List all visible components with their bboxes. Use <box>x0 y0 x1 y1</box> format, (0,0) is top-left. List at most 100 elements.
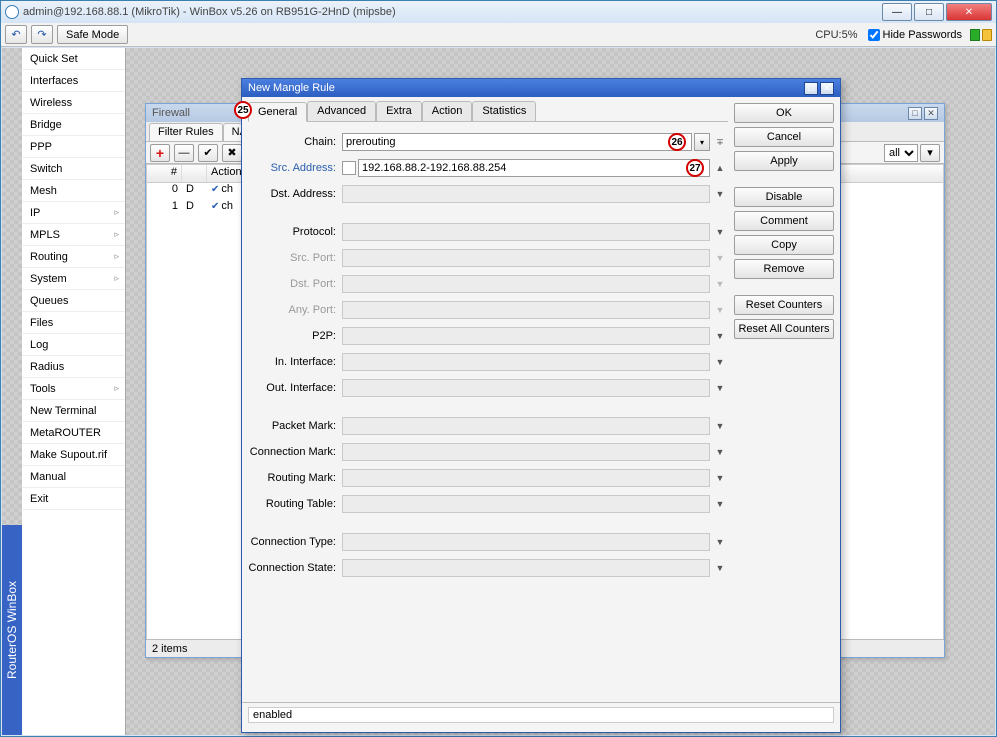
connection-state-input[interactable] <box>342 559 710 577</box>
menu-item-radius[interactable]: Radius <box>22 356 125 378</box>
menu-item-wireless[interactable]: Wireless <box>22 92 125 114</box>
chain-dropdown-icon[interactable]: ∓ <box>712 133 728 151</box>
menu-item-ip[interactable]: IP▹ <box>22 202 125 224</box>
redo-button[interactable]: ↷ <box>31 25 53 44</box>
protocol-expand-icon[interactable]: ▼ <box>712 223 728 241</box>
src-address-input[interactable] <box>358 159 710 177</box>
packet-mark-input[interactable] <box>342 417 710 435</box>
maximize-button[interactable]: □ <box>914 3 944 21</box>
menu-item-make-supout-rif[interactable]: Make Supout.rif <box>22 444 125 466</box>
src-address-collapse-icon[interactable]: ▲ <box>712 159 728 177</box>
in-interface-input[interactable] <box>342 353 710 371</box>
connection-state-expand-icon[interactable]: ▼ <box>712 559 728 577</box>
menu-item-exit[interactable]: Exit <box>22 488 125 510</box>
connection-type-input[interactable] <box>342 533 710 551</box>
tab-action[interactable]: Action <box>422 101 473 121</box>
reset-all-counters-button[interactable]: Reset All Counters <box>734 319 834 339</box>
dst-address-expand-icon[interactable]: ▼ <box>712 185 728 203</box>
disable-button[interactable]: ✖ <box>222 144 242 162</box>
out-interface-expand-icon[interactable]: ▼ <box>712 379 728 397</box>
connection-mark-label: Connection Mark: <box>248 446 342 458</box>
safe-mode-button[interactable]: Safe Mode <box>57 25 128 44</box>
status-icons <box>970 29 992 41</box>
routing-table-expand-icon[interactable]: ▼ <box>712 495 728 513</box>
mangle-status-bar: enabled <box>242 702 840 728</box>
menu-item-system[interactable]: System▹ <box>22 268 125 290</box>
cancel-button[interactable]: Cancel <box>734 127 834 147</box>
out-interface-input[interactable] <box>342 379 710 397</box>
firewall-min-button[interactable]: □ <box>908 107 922 120</box>
p2p-expand-icon[interactable]: ▼ <box>712 327 728 345</box>
ok-button[interactable]: OK <box>734 103 834 123</box>
menu-item-log[interactable]: Log <box>22 334 125 356</box>
copy-button[interactable]: Copy <box>734 235 834 255</box>
left-menu: Quick SetInterfacesWirelessBridgePPPSwit… <box>22 48 126 735</box>
routing-table-input[interactable] <box>342 495 710 513</box>
any-port-input <box>342 301 710 319</box>
mangle-dialog: 25 New Mangle Rule □ ✕ General Advanced … <box>241 78 841 733</box>
annotation-25: 25 <box>234 101 252 119</box>
filter-select[interactable]: all <box>884 144 918 162</box>
menu-item-files[interactable]: Files <box>22 312 125 334</box>
mangle-min-button[interactable]: □ <box>804 82 818 95</box>
undo-button[interactable]: ↶ <box>5 25 27 44</box>
filter-dropdown-button[interactable]: ▾ <box>920 144 940 162</box>
p2p-input[interactable] <box>342 327 710 345</box>
comment-button[interactable]: Comment <box>734 211 834 231</box>
menu-item-queues[interactable]: Queues <box>22 290 125 312</box>
packet-mark-label: Packet Mark: <box>248 420 342 432</box>
hide-passwords-check[interactable]: Hide Passwords <box>868 29 962 41</box>
menu-item-switch[interactable]: Switch <box>22 158 125 180</box>
routing-mark-expand-icon[interactable]: ▼ <box>712 469 728 487</box>
remove-button[interactable]: Remove <box>734 259 834 279</box>
menu-item-mesh[interactable]: Mesh <box>22 180 125 202</box>
connection-status-icon <box>970 29 980 41</box>
menu-item-metarouter[interactable]: MetaROUTER <box>22 422 125 444</box>
firewall-close-button[interactable]: ✕ <box>924 107 938 120</box>
mangle-titlebar[interactable]: New Mangle Rule □ ✕ <box>242 79 840 97</box>
tab-filter-rules[interactable]: Filter Rules <box>149 123 223 141</box>
menu-item-mpls[interactable]: MPLS▹ <box>22 224 125 246</box>
in-interface-expand-icon[interactable]: ▼ <box>712 353 728 371</box>
remove-button[interactable]: — <box>174 144 194 162</box>
disable-button[interactable]: Disable <box>734 187 834 207</box>
routing-mark-input[interactable] <box>342 469 710 487</box>
tab-extra[interactable]: Extra <box>376 101 422 121</box>
protocol-input[interactable] <box>342 223 710 241</box>
connection-state-label: Connection State: <box>248 562 342 574</box>
tab-general[interactable]: General <box>248 102 307 122</box>
dst-address-input[interactable] <box>342 185 710 203</box>
menu-item-tools[interactable]: Tools▹ <box>22 378 125 400</box>
src-address-label[interactable]: Src. Address: <box>248 162 342 174</box>
tab-statistics[interactable]: Statistics <box>472 101 536 121</box>
mangle-form: Chain: 26 ▾ ∓ Src. Address: <box>248 126 728 580</box>
hide-passwords-checkbox[interactable] <box>868 29 880 41</box>
in-interface-label: In. Interface: <box>248 356 342 368</box>
menu-item-interfaces[interactable]: Interfaces <box>22 70 125 92</box>
chain-dropdown-button[interactable]: ▾ <box>694 133 710 151</box>
connection-mark-expand-icon[interactable]: ▼ <box>712 443 728 461</box>
add-button[interactable]: + <box>150 144 170 162</box>
chain-label: Chain: <box>248 136 342 148</box>
apply-button[interactable]: Apply <box>734 151 834 171</box>
annotation-26: 26 <box>668 133 686 151</box>
menu-item-ppp[interactable]: PPP <box>22 136 125 158</box>
packet-mark-expand-icon[interactable]: ▼ <box>712 417 728 435</box>
enable-button[interactable]: ✔ <box>198 144 218 162</box>
connection-type-expand-icon[interactable]: ▼ <box>712 533 728 551</box>
tab-advanced[interactable]: Advanced <box>307 101 376 121</box>
protocol-label: Protocol: <box>248 226 342 238</box>
mangle-close-button[interactable]: ✕ <box>820 82 834 95</box>
dst-port-label: Dst. Port: <box>248 278 342 290</box>
close-button[interactable]: ✕ <box>946 3 992 21</box>
menu-item-quick-set[interactable]: Quick Set <box>22 48 125 70</box>
reset-counters-button[interactable]: Reset Counters <box>734 295 834 315</box>
chain-input[interactable] <box>342 133 692 151</box>
menu-item-manual[interactable]: Manual <box>22 466 125 488</box>
minimize-button[interactable]: — <box>882 3 912 21</box>
menu-item-new-terminal[interactable]: New Terminal <box>22 400 125 422</box>
menu-item-bridge[interactable]: Bridge <box>22 114 125 136</box>
menu-item-routing[interactable]: Routing▹ <box>22 246 125 268</box>
src-address-invert-check[interactable] <box>342 161 356 175</box>
connection-mark-input[interactable] <box>342 443 710 461</box>
